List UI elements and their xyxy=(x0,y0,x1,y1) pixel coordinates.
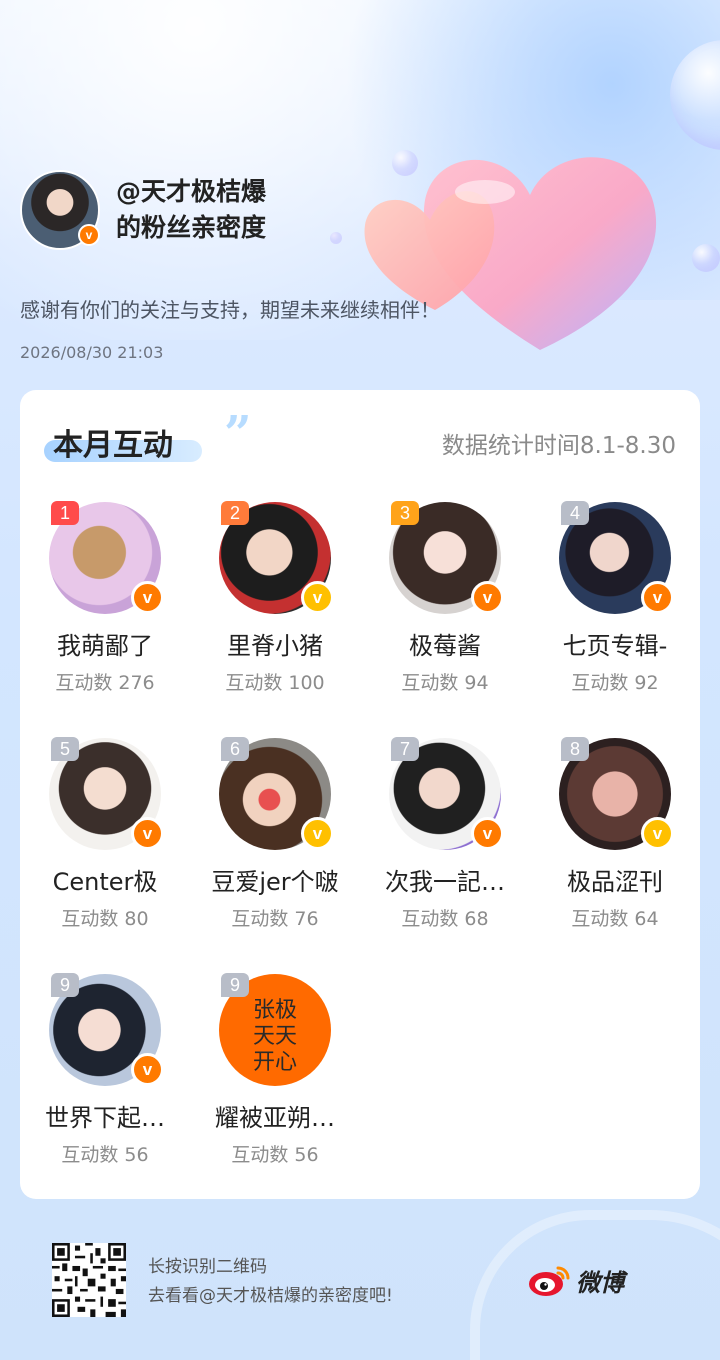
verified-badge-icon: v xyxy=(131,817,164,850)
rank-badge: 4 xyxy=(561,501,589,525)
rank-badge: 7 xyxy=(391,737,419,761)
interaction-count: 互动数 68 xyxy=(401,908,489,930)
verified-badge-icon: v xyxy=(301,817,334,850)
fan-name: 耀被亚朔… xyxy=(215,1104,335,1132)
fan-name: 里脊小猪 xyxy=(227,632,323,660)
interaction-count: 互动数 56 xyxy=(61,1144,149,1166)
fan-name: 七页专辑- xyxy=(562,632,668,660)
footer-instructions: 长按识别二维码 去看看@天才极桔爆的亲密度吧! xyxy=(148,1253,393,1311)
quote-mark-icon: ” xyxy=(224,406,252,462)
avatar-text-line: 开心 xyxy=(252,1050,297,1075)
bubble-decoration xyxy=(692,244,720,272)
rank-badge: 6 xyxy=(221,737,249,761)
verified-badge-icon: v xyxy=(131,581,164,614)
weibo-logo[interactable]: 微博 xyxy=(528,1262,624,1298)
rank-badge: 2 xyxy=(221,501,249,525)
rank-badge: 8 xyxy=(561,737,589,761)
verified-badge-icon: v xyxy=(641,581,674,614)
avatar-text-line: 张极 xyxy=(252,998,297,1023)
fan-name: 我萌鄙了 xyxy=(57,632,153,660)
stats-period: 数据统计时间8.1-8.30 xyxy=(441,433,676,459)
rank-badge: 9 xyxy=(221,973,249,997)
interaction-count: 互动数 76 xyxy=(231,908,319,930)
verified-badge-icon: v xyxy=(78,224,100,246)
heart-decoration-icon xyxy=(364,157,657,350)
verified-badge-icon: v xyxy=(131,1053,164,1086)
monthly-interaction-card: 本月互动 ” 数据统计时间8.1-8.30 1 v 我萌鄙了 互动数 276 2… xyxy=(20,390,700,1199)
fan-name: 极品涩刊 xyxy=(567,868,663,896)
interaction-count: 互动数 92 xyxy=(571,672,659,694)
fan-name: 极莓酱 xyxy=(409,632,481,660)
interaction-count: 互动数 94 xyxy=(401,672,489,694)
card-header: 本月互动 ” xyxy=(44,406,252,464)
fan-name: 次我一記… xyxy=(385,868,505,896)
fan-name: Center极 xyxy=(52,868,158,896)
verified-badge-icon: v xyxy=(301,581,334,614)
footer-line-1: 长按识别二维码 xyxy=(148,1257,267,1277)
page-title: @天才极桔爆 的粉丝亲密度 xyxy=(116,174,266,246)
interaction-count: 互动数 80 xyxy=(61,908,149,930)
title-owner[interactable]: @天才极桔爆 xyxy=(116,174,266,210)
timestamp: 2026/08/30 21:03 xyxy=(20,343,164,362)
rank-badge: 1 xyxy=(51,501,79,525)
interaction-count: 互动数 64 xyxy=(571,908,659,930)
interaction-count: 互动数 100 xyxy=(225,672,325,694)
qr-code-icon[interactable] xyxy=(52,1243,126,1317)
bubble-decoration xyxy=(330,232,342,244)
thank-you-message: 感谢有你们的关注与支持，期望未来继续相伴！ xyxy=(20,298,440,322)
interaction-count: 互动数 276 xyxy=(55,672,155,694)
card-title: 本月互动 xyxy=(53,428,173,463)
rank-badge: 9 xyxy=(51,973,79,997)
fan-intimacy-page: v @天才极桔爆 的粉丝亲密度 感谢有你们的关注与支持，期望未来继续相伴！ 20… xyxy=(0,0,720,1360)
fan-name: 豆爱jer个啵 xyxy=(211,868,339,896)
verified-badge-icon: v xyxy=(641,817,674,850)
rank-badge: 3 xyxy=(391,501,419,525)
weibo-logo-icon xyxy=(529,1266,570,1296)
title-subtitle: 的粉丝亲密度 xyxy=(116,213,267,242)
fan-name: 世界下起… xyxy=(45,1104,165,1132)
rank-badge: 5 xyxy=(51,737,79,761)
verified-badge-icon: v xyxy=(471,817,504,850)
weibo-brand-text: 微博 xyxy=(576,1268,624,1297)
verified-badge-icon: v xyxy=(471,581,504,614)
avatar-text-line: 天天 xyxy=(252,1024,297,1049)
footer-line-2: 去看看@天才极桔爆的亲密度吧! xyxy=(148,1286,393,1306)
avatar-handwriting: 张极 天天 开心 xyxy=(219,998,331,1076)
interaction-count: 互动数 56 xyxy=(231,1144,319,1166)
